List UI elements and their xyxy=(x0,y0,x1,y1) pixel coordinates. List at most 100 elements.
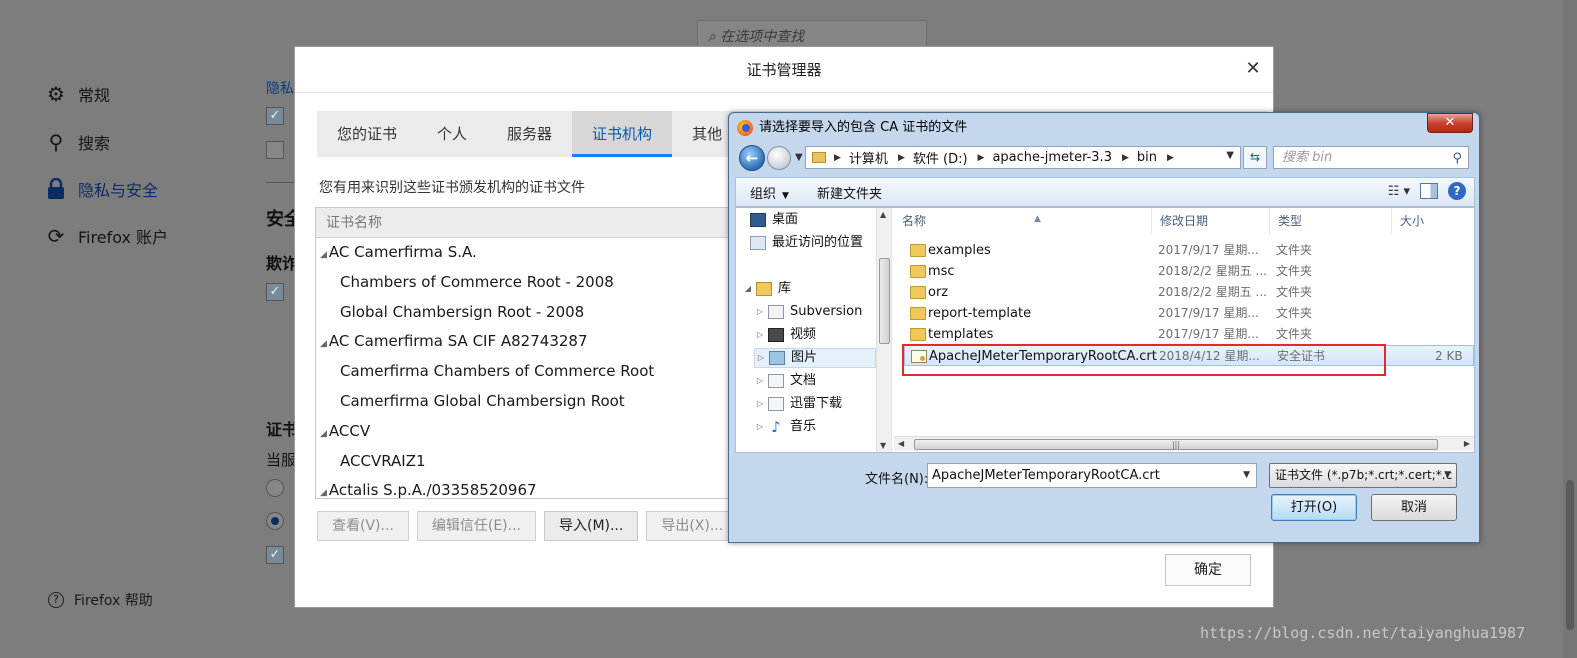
scroll-right-icon[interactable]: ▶ xyxy=(1464,439,1470,448)
import-button[interactable]: 导入(M)... xyxy=(543,511,639,541)
cert-row[interactable]: Global Chambersign Root - 2008 xyxy=(316,298,734,328)
expand-icon[interactable]: ▷ xyxy=(754,302,766,322)
chevron-down-icon[interactable]: ▼ xyxy=(1226,150,1234,161)
expand-icon[interactable]: ▷ xyxy=(754,417,766,437)
scrollbar-thumb[interactable]: ||| xyxy=(914,439,1438,450)
twisty-icon[interactable]: ◢ xyxy=(320,429,327,439)
radio-button[interactable] xyxy=(266,479,284,497)
column-header-type[interactable]: 类型 xyxy=(1270,208,1392,234)
cert-row[interactable]: ACCVRAIZ1 xyxy=(316,447,734,477)
export-button[interactable]: 导出(X)... xyxy=(646,511,739,541)
open-button[interactable]: 打开(O) xyxy=(1271,494,1357,521)
edit-trust-button[interactable]: 编辑信任(E)... xyxy=(416,511,536,541)
column-header-cert-name[interactable]: 证书名称 xyxy=(316,208,734,238)
column-header-size[interactable]: 大小 xyxy=(1392,208,1474,234)
checkbox[interactable]: ✓ xyxy=(266,546,284,564)
chevron-down-icon[interactable]: ▼ xyxy=(1444,464,1451,487)
cert-group-row[interactable]: ◢ AC Camerfirma S.A. xyxy=(316,238,734,268)
tree-item-libraries[interactable]: ◢ 库 xyxy=(742,279,791,299)
file-row[interactable]: orz 2018/2/2 星期五 ... 文件夹 xyxy=(904,282,1474,303)
file-row[interactable]: examples 2017/9/17 星期... 文件夹 xyxy=(904,240,1474,261)
breadcrumb-item[interactable]: ▶ xyxy=(1167,153,1174,163)
horizontal-scrollbar[interactable]: ◀ ||| ▶ xyxy=(894,436,1474,451)
page-scrollbar[interactable] xyxy=(1563,0,1577,658)
preferences-search-input[interactable]: ⌕ 在选项中查找 xyxy=(697,20,927,48)
nav-item-firefox-account[interactable]: ⟳ Firefox 账户 xyxy=(44,224,168,248)
preview-pane-icon[interactable] xyxy=(1420,183,1438,199)
ok-button[interactable]: 确定 xyxy=(1165,554,1251,586)
scroll-up-icon[interactable]: ▲ xyxy=(880,210,886,219)
tree-item-videos[interactable]: ▷ 视频 xyxy=(754,325,816,345)
cert-row[interactable]: Camerfirma Global Chambersign Root xyxy=(316,387,734,417)
file-row[interactable]: report-template 2017/9/17 星期... 文件夹 xyxy=(904,303,1474,324)
breadcrumb-item[interactable]: ▶ 软件 (D:) xyxy=(898,148,968,167)
nav-item-privacy[interactable]: 隐私与安全 xyxy=(44,177,158,201)
certificate-tree[interactable]: 证书名称 ◢ AC Camerfirma S.A. Chambers of Com… xyxy=(315,207,735,499)
checkbox[interactable] xyxy=(266,141,284,159)
chevron-down-icon[interactable]: ▼ xyxy=(1243,464,1250,487)
expand-icon[interactable]: ▷ xyxy=(754,325,766,345)
breadcrumb-item[interactable]: ▶ 计算机 xyxy=(834,148,888,167)
scrollbar-thumb[interactable] xyxy=(879,258,890,344)
tab-servers[interactable]: 服务器 xyxy=(487,111,572,157)
help-icon[interactable]: ? xyxy=(1448,182,1466,200)
nav-item-general[interactable]: ⚙ 常规 xyxy=(44,82,110,106)
tree-item-desktop[interactable]: 桌面 xyxy=(748,210,798,230)
checkbox[interactable]: ✓ xyxy=(266,107,284,125)
twisty-icon[interactable]: ◢ xyxy=(320,488,327,498)
file-list[interactable]: 名称 ▲ 修改日期 类型 大小 examples 2017/9/17 星期... … xyxy=(894,208,1474,452)
tree-item-pictures[interactable]: ▷ 图片 xyxy=(754,348,876,368)
address-bar[interactable]: ▶ 计算机 ▶ 软件 (D:) ▶ apache-jmeter-3.3 ▶ bin ▶ … xyxy=(805,146,1241,169)
tree-item-thunder-downloads[interactable]: ▷ 迅雷下载 xyxy=(754,394,842,414)
radio-button[interactable] xyxy=(266,512,284,530)
checkbox[interactable]: ✓ xyxy=(266,283,284,301)
expand-icon[interactable]: ▷ xyxy=(755,348,767,368)
cert-row[interactable]: Chambers of Commerce Root - 2008 xyxy=(316,268,734,298)
close-icon[interactable]: ✕ xyxy=(1427,113,1473,133)
tree-item-music[interactable]: ▷ ♪ 音乐 xyxy=(754,417,816,437)
view-options-icon[interactable]: ☷ ▾ xyxy=(1388,184,1410,199)
breadcrumb-item[interactable]: ▶ apache-jmeter-3.3 xyxy=(978,150,1112,165)
tree-scrollbar[interactable]: ▲ ▼ xyxy=(876,208,891,452)
nav-item-search[interactable]: ⚲ 搜索 xyxy=(44,130,110,154)
expand-icon[interactable]: ▷ xyxy=(754,371,766,391)
organize-menu[interactable]: 组织 ▼ xyxy=(736,183,803,202)
tab-description: 您有用来识别这些证书颁发机构的证书文件 xyxy=(319,180,585,196)
cert-group-row[interactable]: ◢ Actalis S.p.A./03358520967 xyxy=(316,476,734,498)
tree-item-documents[interactable]: ▷ 文档 xyxy=(754,371,816,391)
new-folder-button[interactable]: 新建文件夹 xyxy=(803,183,896,202)
expand-icon[interactable]: ▷ xyxy=(754,394,766,414)
close-icon[interactable]: ✕ xyxy=(1243,59,1263,79)
tree-item-subversion[interactable]: ▷ Subversion xyxy=(754,302,862,322)
cert-group-row[interactable]: ◢ ACCV xyxy=(316,417,734,447)
collapse-icon[interactable]: ◢ xyxy=(742,279,754,299)
view-button[interactable]: 查看(V)... xyxy=(317,511,409,541)
twisty-icon[interactable]: ◢ xyxy=(320,339,327,349)
tree-item-recent[interactable]: 最近访问的位置 xyxy=(748,233,863,253)
file-type-select[interactable]: 证书文件 (*.p7b;*.crt;*.cert;*.c ▼ xyxy=(1269,463,1457,488)
privacy-link[interactable]: 隐私 xyxy=(266,78,294,98)
twisty-icon[interactable]: ◢ xyxy=(320,250,327,260)
search-input[interactable]: 搜索 bin ⚲ xyxy=(1273,146,1469,169)
cancel-button[interactable]: 取消 xyxy=(1371,494,1457,521)
forward-arrow-icon[interactable] xyxy=(767,146,791,170)
scroll-down-icon[interactable]: ▼ xyxy=(880,441,886,450)
tab-authorities[interactable]: 证书机构 xyxy=(572,111,673,157)
history-dropdown-icon[interactable]: ▼ xyxy=(795,152,803,163)
back-arrow-icon[interactable]: ← xyxy=(739,145,765,171)
file-row[interactable]: msc 2018/2/2 星期五 ... 文件夹 xyxy=(904,261,1474,282)
refresh-icon[interactable]: ⇆ xyxy=(1243,146,1267,169)
breadcrumb-item[interactable]: ▶ bin xyxy=(1122,150,1157,165)
tab-people[interactable]: 个人 xyxy=(417,111,487,157)
navigation-pane[interactable]: 桌面 最近访问的位置 ◢ 库 ▷ Subversion ▷ 视频 ▷ 图片 ▷ 文档 ▷ 迅… xyxy=(736,208,892,452)
scrollbar-thumb[interactable] xyxy=(1566,480,1574,630)
file-row[interactable]: templates 2017/9/17 星期... 文件夹 xyxy=(904,324,1474,345)
firefox-help-link[interactable]: ? Firefox 帮助 xyxy=(48,590,153,610)
filename-input[interactable]: ApacheJMeterTemporaryRootCA.crt ▼ xyxy=(927,463,1257,488)
tab-your-certs[interactable]: 您的证书 xyxy=(317,111,417,157)
cert-group-row[interactable]: ◢ AC Camerfirma SA CIF A82743287 xyxy=(316,327,734,357)
column-header-date[interactable]: 修改日期 xyxy=(1152,208,1270,234)
scroll-left-icon[interactable]: ◀ xyxy=(898,439,904,448)
cert-row[interactable]: Camerfirma Chambers of Commerce Root xyxy=(316,357,734,387)
column-header-name[interactable]: 名称 ▲ xyxy=(894,208,1152,234)
